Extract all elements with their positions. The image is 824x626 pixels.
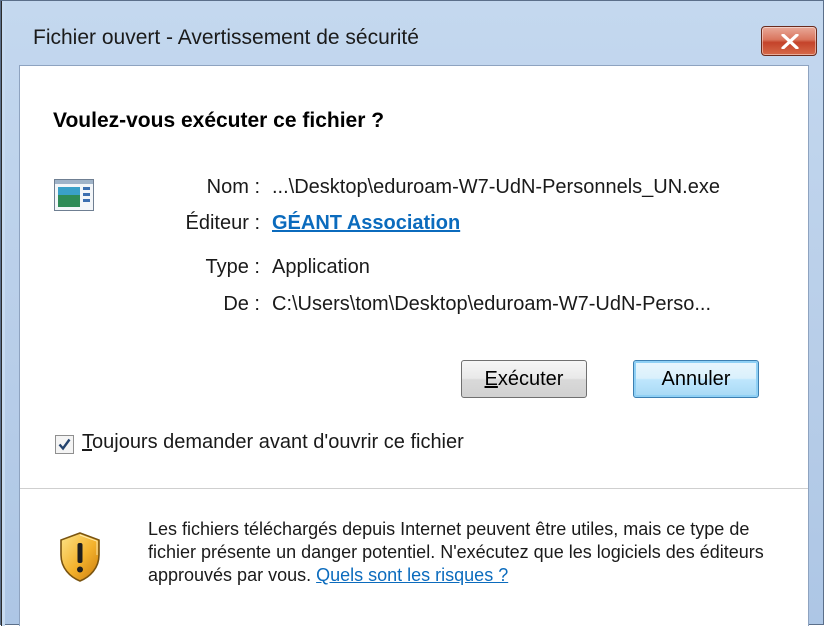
always-ask-label[interactable]: Toujours demander avant d'ouvrir ce fich… [82,431,464,454]
name-value: ...\Desktop\eduroam-W7-UdN-Personnels_UN… [272,176,720,198]
checkmark-icon [58,438,71,451]
publisher-label: Éditeur : [185,212,260,234]
from-value: C:\Users\tom\Desktop\eduroam-W7-UdN-Pers… [272,293,712,315]
dialog-heading: Voulez-vous exécuter ce fichier ? [53,109,385,132]
run-mnemonic: E [484,368,498,390]
dialog-content: Voulez-vous exécuter ce fichier ? Nom : … [19,65,809,626]
close-button[interactable] [761,26,817,56]
always-ask-text: oujours demander avant d'ouvrir ce fichi… [92,431,464,453]
cancel-button[interactable]: Annuler [633,360,759,398]
window-edge [1,1,5,626]
type-label: Type : [205,256,260,278]
warning-message: Les fichiers téléchargés depuis Internet… [148,518,788,587]
dialog-window: Fichier ouvert - Avertissement de sécuri… [0,0,824,626]
always-ask-mnemonic: T [82,431,92,453]
from-label: De : [223,293,260,315]
publisher-link[interactable]: GÉANT Association [272,212,460,235]
title-bar[interactable]: Fichier ouvert - Avertissement de sécuri… [7,13,819,59]
run-button[interactable]: Exécuter [461,360,587,398]
name-label: Nom : [206,176,260,198]
security-shield-warning-icon [60,532,100,582]
always-ask-checkbox[interactable] [55,435,74,454]
type-value: Application [272,256,370,278]
risks-link[interactable]: Quels sont les risques ? [316,565,508,585]
window-title: Fichier ouvert - Avertissement de sécuri… [33,26,419,49]
close-icon [781,34,799,49]
separator [20,488,808,489]
run-label: xécuter [497,368,564,390]
cancel-label: Annuler [661,368,731,390]
